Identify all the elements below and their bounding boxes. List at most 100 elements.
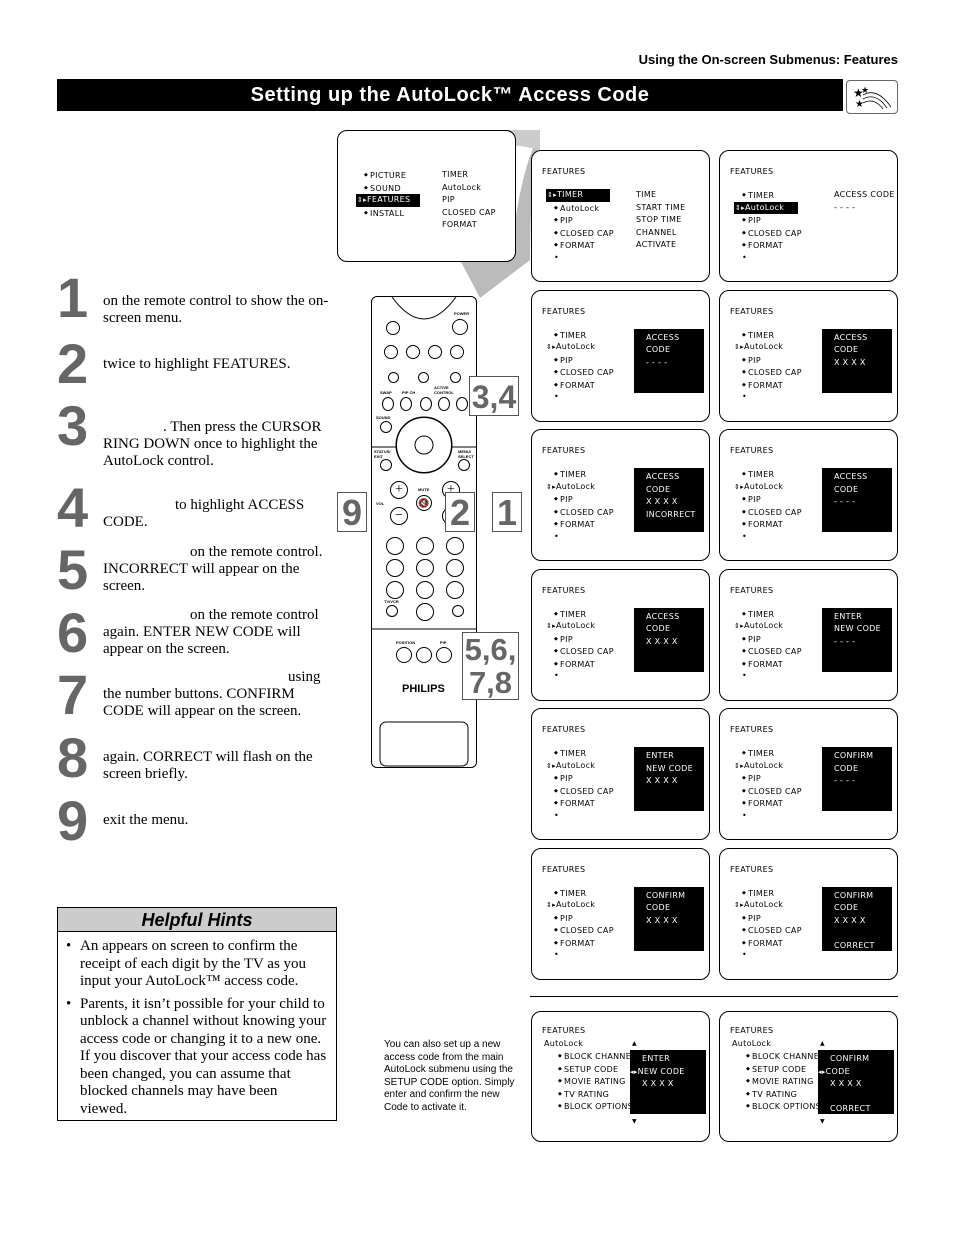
menu-item: FORMAT <box>742 518 802 531</box>
menu-item: TIMER <box>742 468 802 481</box>
panel-line: ACCESS CODE <box>834 472 868 494</box>
menu-item: PIP <box>554 912 614 925</box>
step-number: 6 <box>57 601 89 664</box>
autolock-menu-item: SETUP CODE <box>558 1063 636 1076</box>
number-1-button[interactable] <box>386 537 404 555</box>
position-button[interactable] <box>396 647 412 663</box>
autolock-menu-item: BLOCK OPTIONS <box>746 1100 824 1113</box>
menu-item: FORMAT <box>742 239 802 252</box>
code-panel: ENTER NEW CODE X X X X <box>634 747 704 811</box>
panel-line: - - - - <box>834 202 856 212</box>
vol-down-button[interactable]: − <box>390 507 408 525</box>
autolock-menu-item: MOVIE RATING <box>558 1075 636 1088</box>
number-9-button[interactable] <box>446 581 464 599</box>
active-control-button[interactable] <box>438 397 450 411</box>
main-menu-screen: PICTURE SOUND ⇕▸FEATURES INSTALL TIMER A… <box>337 130 516 262</box>
menu-item: FORMAT <box>742 658 802 671</box>
panel-line: X X X X <box>830 1079 862 1089</box>
code-panel: ACCESS CODE X X X X INCORRECT <box>634 468 704 532</box>
panel-line: CODE <box>646 903 671 913</box>
helpful-hints-box: Helpful Hints An appears on screen to co… <box>57 907 337 1121</box>
number-7-button[interactable] <box>386 581 404 599</box>
swap-button[interactable] <box>382 397 394 411</box>
panel-line: ENTER <box>642 1054 671 1063</box>
menu-bullet: • <box>742 810 748 820</box>
pip-ch-up-button[interactable] <box>420 397 432 411</box>
screen-header: FEATURES <box>542 864 586 874</box>
menu-bullet: • <box>554 671 560 681</box>
features-screen: FEATURES TIMER⇕▸AutoLock PIPCLOSED CAPFORM… <box>719 847 898 980</box>
menu-select-button[interactable] <box>458 459 470 471</box>
sound-button[interactable] <box>380 421 392 433</box>
menu-item-selected: ⇕▸AutoLock <box>734 760 784 770</box>
fastforward-button[interactable] <box>450 345 464 359</box>
status-exit-button[interactable] <box>380 459 392 471</box>
submenu-item: CLOSED CAP <box>442 207 496 217</box>
number-8-button[interactable] <box>416 581 434 599</box>
features-screen: FEATURES TIMER⇕▸AutoLock PIPCLOSED CAPFORM… <box>719 429 898 561</box>
scroll-down-icon: ▼ <box>820 1118 825 1125</box>
menu-item: PIP <box>742 354 802 367</box>
pip-button[interactable] <box>436 647 452 663</box>
menu-bullet: • <box>554 950 560 960</box>
menu-item: PIP <box>742 214 802 227</box>
number-3-button[interactable] <box>446 537 464 555</box>
step-text: on the remote control. INCORRECT will ap… <box>103 544 323 594</box>
power-button[interactable] <box>452 319 468 335</box>
autolock-menu-item: TV RATING <box>558 1088 636 1101</box>
pip-move-button[interactable] <box>416 647 432 663</box>
number-6-button[interactable] <box>446 559 464 577</box>
step-number: 3 <box>57 394 89 457</box>
menu-item: AutoLock <box>554 202 614 215</box>
screen-header: FEATURES <box>542 1026 586 1035</box>
screen-header: FEATURES <box>542 725 586 734</box>
acc-button[interactable] <box>450 372 461 383</box>
menu-item: CLOSED CAP <box>742 645 802 658</box>
menu-item: CLOSED CAP <box>554 785 614 798</box>
callout-1: 1 <box>492 492 522 533</box>
menu-item: CLOSED CAP <box>554 645 614 658</box>
autolock-menu-item: BLOCK CHANNEL <box>558 1050 636 1063</box>
menu-bullet: • <box>554 810 560 820</box>
menu-item: PIP <box>554 354 614 367</box>
hints-title: Helpful Hints <box>58 908 336 932</box>
stop-button[interactable] <box>406 345 420 359</box>
menu-item: PIP <box>742 493 802 506</box>
panel-line: NEW CODE <box>834 624 881 634</box>
panel-line: ACCESS CODE <box>834 332 868 355</box>
menu-item: TIMER <box>742 887 802 900</box>
cursor-ring[interactable] <box>396 417 452 473</box>
screen-header: FEATURES <box>542 306 586 316</box>
menu-item: FORMAT <box>554 937 614 950</box>
number-0-button[interactable] <box>416 603 434 621</box>
number-2-button[interactable] <box>416 537 434 555</box>
vcr-button[interactable] <box>418 372 429 383</box>
pip-ch-down-button[interactable] <box>400 397 412 411</box>
rewind-button[interactable] <box>384 345 398 359</box>
ach-button[interactable] <box>386 605 398 617</box>
menu-item: CLOSED CAP <box>554 366 614 379</box>
freeze-button[interactable] <box>456 397 468 411</box>
menu-item: PIP <box>554 772 614 785</box>
divider <box>530 996 898 997</box>
panel-line: CODE <box>834 763 859 773</box>
mute-button[interactable]: 🔇 <box>416 495 432 511</box>
panel-line: CONFIRM <box>834 890 874 900</box>
step-number: 1 <box>57 266 89 329</box>
menu-bullet: • <box>742 671 748 681</box>
step-text: twice to highlight FEATURES. <box>103 356 291 372</box>
surf-button[interactable] <box>452 605 464 617</box>
play-button[interactable] <box>428 345 442 359</box>
vol-up-button[interactable]: + <box>390 481 408 499</box>
step-text: on the remote control to show the on-scr… <box>103 293 329 326</box>
number-5-button[interactable] <box>416 559 434 577</box>
menu-item: FORMAT <box>554 379 614 392</box>
menu-bullet: • <box>554 392 560 402</box>
stars-rainbow-icon: ★ ★ ★ <box>846 80 898 114</box>
number-4-button[interactable] <box>386 559 404 577</box>
side-note: You can also set up a new access code fr… <box>384 1039 515 1113</box>
tv-button[interactable] <box>388 372 399 383</box>
menu-item: TIMER <box>742 189 802 202</box>
pause-button[interactable] <box>386 321 400 335</box>
screen-header: FEATURES <box>730 306 774 316</box>
